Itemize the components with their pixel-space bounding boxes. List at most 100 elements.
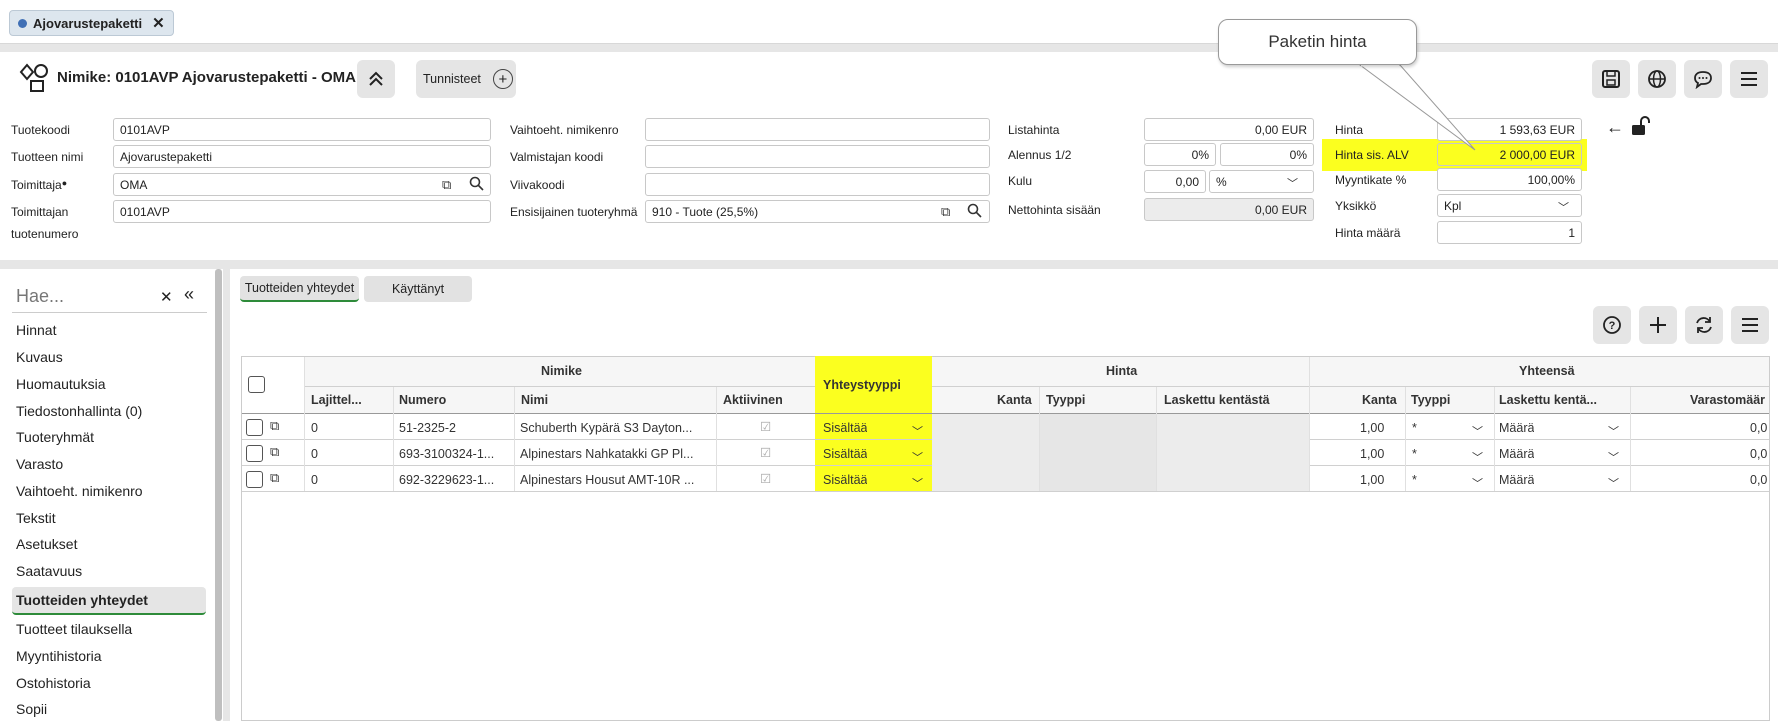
row-checkbox[interactable] bbox=[246, 471, 263, 488]
sidebar-item-tuoteryhmat[interactable]: Tuoteryhmät bbox=[16, 429, 94, 445]
clear-search-icon[interactable]: ✕ bbox=[160, 288, 173, 306]
cell-lajittelu: 0 bbox=[311, 421, 318, 435]
tuotekoodi-field[interactable]: 0101AVP bbox=[113, 118, 491, 141]
add-button[interactable] bbox=[1639, 306, 1677, 344]
close-tab-icon[interactable]: ✕ bbox=[152, 14, 165, 32]
group-header-nimike: Nimike bbox=[541, 364, 582, 378]
price-callout: Paketin hinta bbox=[1218, 19, 1417, 65]
sidebar-scrollbar[interactable] bbox=[215, 269, 222, 721]
cell-kanta[interactable]: 1,00 bbox=[1360, 447, 1384, 461]
open-external-icon[interactable]: ⧉ bbox=[270, 418, 279, 434]
document-tab-bar: Ajovarustepaketti ✕ bbox=[0, 0, 1778, 44]
viivakoodi-field[interactable] bbox=[645, 173, 990, 196]
cell-tyyppi[interactable]: * bbox=[1412, 473, 1417, 487]
grid-menu-button[interactable] bbox=[1731, 306, 1769, 344]
column-header-laskettu[interactable]: Laskettu kentästä bbox=[1164, 393, 1270, 407]
unlock-icon[interactable] bbox=[1630, 115, 1650, 140]
tab-tuotteiden-yhteydet[interactable]: Tuotteiden yhteydet bbox=[240, 276, 359, 302]
column-header-kanta[interactable]: Kanta bbox=[997, 393, 1032, 407]
select-all-checkbox[interactable] bbox=[248, 376, 265, 393]
search-icon[interactable] bbox=[967, 203, 982, 221]
tab-kayttanyt[interactable]: Käyttänyt bbox=[364, 276, 472, 302]
column-header-numero[interactable]: Numero bbox=[399, 393, 446, 407]
cell-numero: 692-3229623-1... bbox=[399, 473, 495, 487]
sidebar-item-sopii[interactable]: Sopii bbox=[16, 701, 47, 717]
search-icon[interactable] bbox=[469, 176, 484, 194]
valmistajan-koodi-field[interactable] bbox=[645, 145, 990, 168]
sidebar-search-input[interactable]: Hae... bbox=[16, 286, 64, 307]
open-external-icon[interactable]: ⧉ bbox=[270, 470, 279, 486]
search-underline bbox=[12, 312, 207, 313]
sidebar-item-tuotteiden-yhteydet[interactable]: Tuotteiden yhteydet bbox=[16, 592, 148, 608]
kulu-label: Kulu bbox=[1008, 174, 1033, 188]
sidebar-item-myyntihistoria[interactable]: Myyntihistoria bbox=[16, 648, 102, 664]
kulu-field[interactable]: 0,00 bbox=[1144, 170, 1206, 193]
sidebar-item-huomautuksia[interactable]: Huomautuksia bbox=[16, 376, 106, 392]
sidebar-item-varasto[interactable]: Varasto bbox=[16, 456, 63, 472]
help-button[interactable]: ? bbox=[1593, 306, 1631, 344]
kulu-unit-select[interactable]: % bbox=[1209, 170, 1314, 193]
header-divider bbox=[932, 386, 1769, 387]
open-external-icon[interactable]: ⧉ bbox=[442, 177, 451, 193]
cell-laskettu[interactable]: Määrä bbox=[1499, 447, 1534, 461]
sidebar-item-tekstit[interactable]: Tekstit bbox=[16, 510, 56, 526]
alennus2-field[interactable]: 0% bbox=[1220, 143, 1314, 166]
cell-kanta[interactable]: 1,00 bbox=[1360, 421, 1384, 435]
cell-kanta[interactable]: 1,00 bbox=[1360, 473, 1384, 487]
cell-laskettu[interactable]: Määrä bbox=[1499, 421, 1534, 435]
toimittaja-field[interactable]: OMA bbox=[113, 173, 491, 196]
cell-tyyppi[interactable]: * bbox=[1412, 421, 1417, 435]
cell-yhteystyyppi[interactable]: Sisältää bbox=[823, 447, 867, 461]
column-header-aktiivinen[interactable]: Aktiivinen bbox=[723, 393, 783, 407]
myyntikate-field[interactable]: 100,00% bbox=[1437, 168, 1582, 191]
column-header-tyyppi[interactable]: Tyyppi bbox=[1046, 393, 1085, 407]
refresh-icon bbox=[1696, 317, 1712, 333]
col-divider bbox=[1309, 357, 1310, 491]
chevron-down-icon: ﹀ bbox=[1608, 478, 1619, 490]
tuotteen-nimi-field[interactable]: Ajovarustepaketti bbox=[113, 145, 491, 168]
cell-tyyppi[interactable]: * bbox=[1412, 447, 1417, 461]
tunnisteet-label: Tunnisteet bbox=[423, 72, 481, 86]
chevron-down-icon: ﹀ bbox=[912, 426, 923, 438]
hinta-maara-field[interactable]: 1 bbox=[1437, 221, 1582, 244]
menu-button[interactable] bbox=[1730, 60, 1768, 98]
collapse-sidebar-icon[interactable]: « bbox=[184, 284, 194, 305]
ensisijainen-tuoteryhma-field[interactable]: 910 - Tuote (25,5%) bbox=[645, 200, 990, 223]
tab-status-dot bbox=[18, 18, 27, 28]
sidebar-item-saatavuus[interactable]: Saatavuus bbox=[16, 563, 82, 579]
sidebar-item-asetukset[interactable]: Asetukset bbox=[16, 536, 77, 552]
column-header-laskettu-total[interactable]: Laskettu kentä... bbox=[1499, 393, 1597, 407]
row-checkbox[interactable] bbox=[246, 445, 263, 462]
cell-yhteystyyppi[interactable]: Sisältää bbox=[823, 473, 867, 487]
listahinta-field[interactable]: 0,00 EUR bbox=[1144, 118, 1314, 141]
comments-button[interactable] bbox=[1684, 60, 1722, 98]
sidebar-item-tiedostonhallinta[interactable]: Tiedostonhallinta (0) bbox=[16, 403, 142, 419]
language-button[interactable] bbox=[1638, 60, 1676, 98]
document-tab[interactable]: Ajovarustepaketti ✕ bbox=[9, 10, 174, 36]
sidebar-item-vaihtoeht-nimikenro[interactable]: Vaihtoeht. nimikenro bbox=[16, 483, 143, 499]
column-header-varastomaara[interactable]: Varastomäär bbox=[1690, 393, 1770, 407]
column-header-nimi[interactable]: Nimi bbox=[521, 393, 548, 407]
alennus1-field[interactable]: 0% bbox=[1144, 143, 1216, 166]
cell-yhteystyyppi[interactable]: Sisältää bbox=[823, 421, 867, 435]
collapse-header-button[interactable] bbox=[357, 60, 395, 98]
column-header-yhteystyyppi[interactable]: Yhteystyyppi bbox=[823, 378, 901, 392]
column-header-lajittelu[interactable]: Lajittel... bbox=[311, 393, 362, 407]
refresh-button[interactable] bbox=[1685, 306, 1723, 344]
cell-numero: 693-3100324-1... bbox=[399, 447, 495, 461]
column-header-tyyppi-total[interactable]: Tyyppi bbox=[1411, 393, 1450, 407]
sidebar-item-ostohistoria[interactable]: Ostohistoria bbox=[16, 675, 91, 691]
cell-laskettu[interactable]: Määrä bbox=[1499, 473, 1534, 487]
tunnisteet-button[interactable]: Tunnisteet + bbox=[416, 60, 516, 98]
save-button[interactable] bbox=[1592, 60, 1630, 98]
sidebar-item-hinnat[interactable]: Hinnat bbox=[16, 322, 56, 338]
sidebar-item-kuvaus[interactable]: Kuvaus bbox=[16, 349, 63, 365]
row-checkbox[interactable] bbox=[246, 419, 263, 436]
open-external-icon[interactable]: ⧉ bbox=[270, 444, 279, 460]
column-header-kanta-total[interactable]: Kanta bbox=[1362, 393, 1397, 407]
sidebar-item-tuotteet-tilauksella[interactable]: Tuotteet tilauksella bbox=[16, 621, 132, 637]
open-external-icon[interactable]: ⧉ bbox=[941, 204, 950, 220]
toimittajan-tuotenumero-field[interactable]: 0101AVP bbox=[113, 200, 491, 223]
vaihtoeht-nimikenro-field[interactable] bbox=[645, 118, 990, 141]
arrow-left-icon[interactable]: ← bbox=[1606, 117, 1624, 138]
